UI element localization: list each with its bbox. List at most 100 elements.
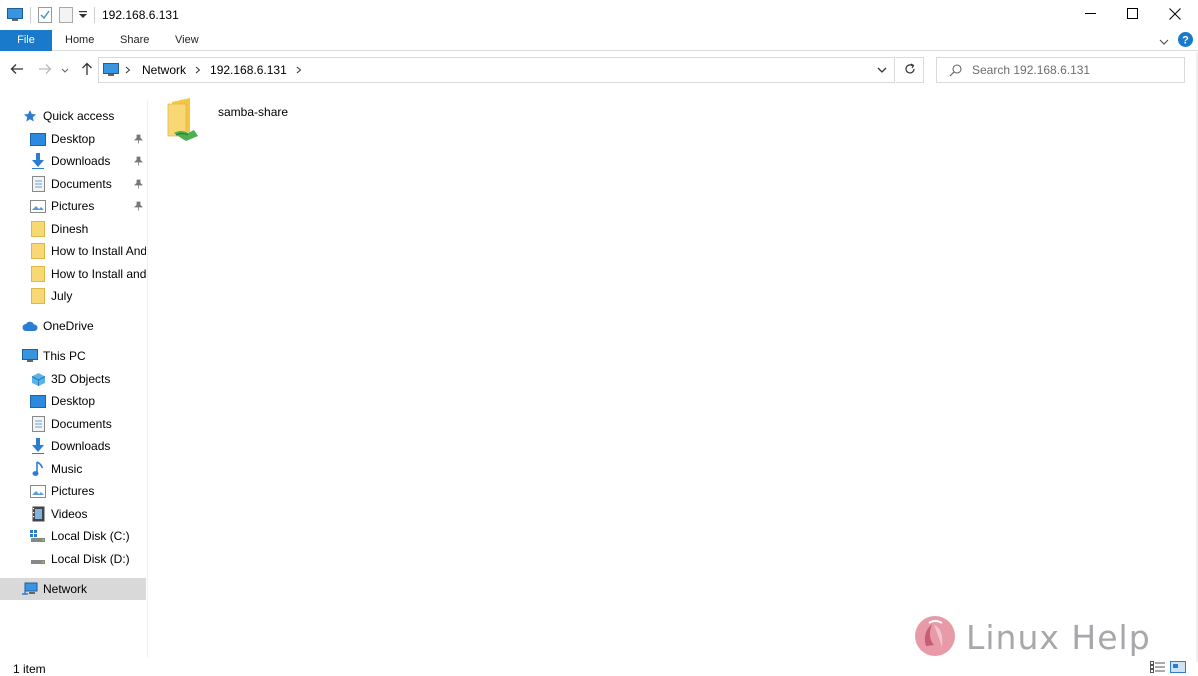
sidebar-item-videos[interactable]: Videos [0, 503, 146, 525]
address-bar[interactable]: Network 192.168.6.131 [98, 57, 895, 83]
sidebar-item-downloads[interactable]: Downloads [0, 150, 146, 172]
sidebar-item-label: 3D Objects [51, 372, 111, 386]
computer-icon [22, 348, 38, 364]
maximize-button[interactable] [1109, 0, 1155, 30]
computer-icon [7, 6, 23, 24]
ribbon-tabs: File Home Share View ? [0, 30, 1198, 51]
folder-icon [30, 221, 46, 237]
sidebar-item-label: Videos [51, 507, 88, 521]
details-view-icon[interactable] [1150, 661, 1166, 676]
sidebar-item-folder[interactable]: How to Install and C [0, 263, 146, 285]
sidebar-item-onedrive[interactable]: OneDrive [0, 315, 146, 337]
window-title: 192.168.6.131 [102, 8, 179, 22]
status-bar: 1 item [0, 658, 1198, 676]
recent-locations-button[interactable] [59, 61, 71, 79]
sidebar-item-quick-access[interactable]: Quick access [0, 105, 146, 127]
watermark-text: Linux Help [966, 617, 1151, 657]
file-list: samba-share [150, 90, 1190, 658]
tab-home[interactable]: Home [57, 30, 102, 51]
sidebar-item-label: Pictures [51, 484, 95, 498]
refresh-icon [904, 62, 916, 78]
minimize-button[interactable] [1067, 0, 1113, 30]
sidebar-item-label: How to Install And C [51, 244, 146, 258]
sidebar-item-label: Local Disk (C:) [51, 529, 130, 543]
sidebar-item-desktop[interactable]: Desktop [0, 390, 146, 412]
sidebar-item-label: Local Disk (D:) [51, 552, 130, 566]
item-count: 1 item [13, 662, 46, 676]
sidebar-item-folder[interactable]: How to Install And C [0, 240, 146, 262]
sidebar-item-desktop[interactable]: Desktop [0, 128, 146, 150]
search-icon [949, 63, 962, 77]
sidebar-item-3d-objects[interactable]: 3D Objects [0, 368, 146, 390]
forward-button[interactable] [36, 61, 54, 79]
pictures-icon [30, 483, 46, 499]
documents-icon [30, 416, 46, 432]
sidebar-item-music[interactable]: Music [0, 458, 146, 480]
sidebar-item-label: Downloads [51, 154, 111, 168]
folder-icon [30, 266, 46, 282]
search-input[interactable] [972, 63, 1172, 77]
breadcrumb-network[interactable]: Network [142, 63, 186, 77]
sidebar-item-label: Downloads [51, 439, 111, 453]
sidebar-item-network[interactable]: Network [0, 578, 146, 600]
new-folder-icon[interactable] [59, 6, 73, 24]
tab-file[interactable]: File [0, 30, 52, 51]
pin-icon[interactable] [134, 155, 143, 169]
sidebar-item-label: How to Install and C [51, 267, 146, 281]
file-item[interactable]: samba-share [164, 96, 294, 144]
properties-icon[interactable] [38, 6, 52, 24]
sidebar-item-label: Dinesh [51, 222, 89, 236]
shared-folder-icon [164, 96, 202, 145]
sidebar-item-label: Desktop [51, 132, 96, 146]
sidebar-item-label: Documents [51, 177, 112, 191]
refresh-button[interactable] [896, 57, 924, 83]
music-icon [30, 461, 46, 477]
sidebar-item-label: Network [43, 582, 88, 596]
sidebar-item-label: Desktop [51, 394, 96, 408]
3d-objects-icon [30, 371, 46, 387]
back-button[interactable] [8, 61, 26, 79]
tab-share[interactable]: Share [112, 30, 157, 51]
sidebar-item-pictures[interactable]: Pictures [0, 195, 146, 217]
sidebar-item-downloads[interactable]: Downloads [0, 435, 146, 457]
expand-ribbon-icon[interactable] [1159, 35, 1169, 49]
local-disk-d-icon [30, 551, 46, 567]
svg-text:?: ? [1182, 35, 1189, 47]
network-computer-icon [103, 63, 119, 77]
customize-toolbar-icon[interactable] [79, 6, 87, 24]
breadcrumb-host[interactable]: 192.168.6.131 [210, 63, 287, 77]
close-icon [1169, 7, 1181, 23]
tab-view[interactable]: View [167, 30, 207, 51]
pictures-icon [30, 198, 46, 214]
help-icon[interactable]: ? [1178, 32, 1193, 50]
sidebar-item-documents[interactable]: Documents [0, 173, 146, 195]
breadcrumb-separator-icon[interactable] [195, 66, 201, 74]
sidebar-item-this-pc[interactable]: This PC [0, 345, 146, 367]
large-icons-view-icon[interactable] [1170, 661, 1186, 676]
sidebar-item-label: Pictures [51, 199, 95, 213]
breadcrumb-separator-icon[interactable] [296, 66, 302, 74]
maximize-icon [1126, 8, 1138, 22]
up-button[interactable] [78, 61, 96, 79]
sidebar-item-local-disk-c[interactable]: Local Disk (C:) [0, 525, 146, 547]
desktop-icon [30, 131, 46, 147]
local-disk-c-icon [30, 528, 46, 544]
sidebar-item-label: This PC [43, 349, 86, 363]
close-button[interactable] [1152, 0, 1198, 30]
up-arrow-icon [81, 62, 93, 79]
pin-icon[interactable] [134, 200, 143, 214]
search-box[interactable] [936, 57, 1185, 83]
back-arrow-icon [10, 63, 24, 78]
downloads-icon [30, 438, 46, 454]
sidebar-item-local-disk-d[interactable]: Local Disk (D:) [0, 548, 146, 570]
address-dropdown-icon[interactable] [877, 67, 887, 74]
sidebar-item-pictures[interactable]: Pictures [0, 480, 146, 502]
sidebar-item-folder[interactable]: July [0, 285, 146, 307]
documents-icon [30, 176, 46, 192]
navigation-bar: Network 192.168.6.131 [0, 52, 1198, 88]
sidebar-item-folder[interactable]: Dinesh [0, 218, 146, 240]
pin-icon[interactable] [134, 178, 143, 192]
sidebar-item-documents[interactable]: Documents [0, 413, 146, 435]
pin-icon[interactable] [134, 133, 143, 147]
watermark: Linux Help [912, 612, 1152, 662]
